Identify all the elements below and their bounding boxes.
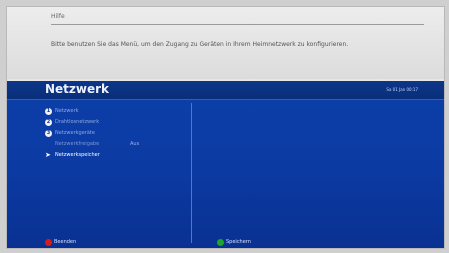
panel-header: Netzwerk Sa 01 Jan 00:17 [7, 81, 444, 100]
menu-item-label: Netzwerk [55, 108, 79, 114]
menu-item-label: Drahtlosnetzwerk [55, 119, 100, 125]
panel-title: Netzwerk [45, 82, 110, 96]
green-key-icon [217, 239, 224, 246]
number-3-icon: 3 [45, 130, 52, 137]
save-label: Speichern [226, 239, 251, 245]
menu-item-label: Netzwerkspeicher [55, 152, 100, 158]
number-2-icon: 2 [45, 119, 52, 126]
network-panel: Netzwerk Sa 01 Jan 00:17 1 Netzwerk 2 Dr… [7, 81, 444, 248]
help-divider [51, 24, 424, 25]
menu-item-label: Netzwerkfreigabe [55, 141, 100, 147]
network-menu: 1 Netzwerk 2 Drahtlosnetzwerk 3 Netzwerk… [45, 106, 185, 161]
tv-menu-screen: Hilfe Bitte benutzen Sie das Menü, um de… [6, 6, 445, 249]
help-title: Hilfe [51, 13, 65, 20]
panel-divider [191, 103, 192, 243]
exit-label: Beenden [54, 239, 77, 245]
arrow-right-icon: ➤ [45, 151, 51, 159]
exit-button[interactable]: Beenden [45, 236, 76, 248]
help-text: Bitte benutzen Sie das Menü, um den Zuga… [51, 41, 349, 48]
menu-item-label: Netzwerkgeräte [55, 130, 95, 136]
menu-item-3[interactable]: 3 Netzwerkgeräte [45, 128, 185, 139]
number-1-icon: 1 [45, 108, 52, 115]
menu-item-storage[interactable]: ➤ Netzwerkspeicher [45, 150, 185, 161]
menu-item-2[interactable]: 2 Drahtlosnetzwerk [45, 117, 185, 128]
help-panel: Hilfe Bitte benutzen Sie das Menü, um de… [7, 7, 444, 79]
save-button[interactable]: Speichern [217, 236, 251, 248]
menu-item-1[interactable]: 1 Netzwerk [45, 106, 185, 117]
date-time: Sa 01 Jan 00:17 [386, 87, 418, 92]
setting-value: Aus [130, 141, 140, 147]
menu-item-sharing[interactable]: Netzwerkfreigabe Aus [45, 139, 185, 150]
red-key-icon [45, 239, 52, 246]
footer-keys: Beenden Speichern [7, 236, 444, 248]
